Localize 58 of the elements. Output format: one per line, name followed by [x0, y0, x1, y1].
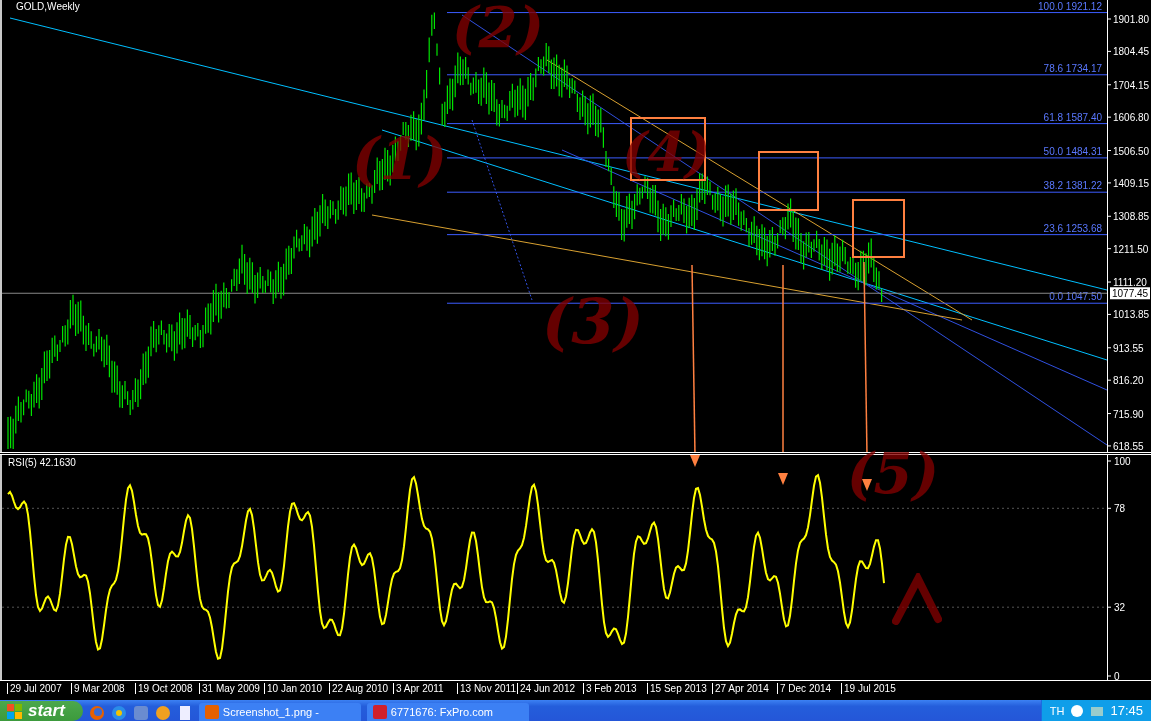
- price-axis-label: 1704.15: [1113, 79, 1150, 91]
- time-axis-label: 24 Jun 2012: [517, 683, 576, 694]
- taskbar-button[interactable]: 6771676: FxPro.com: [366, 703, 529, 721]
- indicator-label: RSI(5) 42.1630: [8, 457, 76, 468]
- fibonacci-level-label: 38.2 1381.22: [1043, 180, 1102, 192]
- time-axis-label: 19 Oct 2008: [135, 683, 193, 694]
- time-axis-label: 31 May 2009: [199, 683, 260, 694]
- tray-icon[interactable]: [1070, 703, 1085, 718]
- price-axis-label: 715.90: [1113, 408, 1144, 420]
- price-axis-label: 618.55: [1113, 440, 1144, 452]
- browser-icon[interactable]: [110, 705, 127, 721]
- chart-title: GOLD,Weekly: [16, 1, 80, 13]
- time-axis-label: 7 Dec 2014: [777, 683, 832, 694]
- browser-icon[interactable]: [88, 705, 105, 721]
- price-axis-label: 1211.50: [1113, 243, 1149, 255]
- price-axis-label: 1506.50: [1113, 145, 1150, 157]
- handwritten-note: (5): [847, 440, 939, 506]
- time-axis-label: 9 Mar 2008: [71, 683, 125, 694]
- fibonacci-level-label: 61.8 1587.40: [1043, 111, 1102, 123]
- fibonacci-level-label: 100.0 1921.12: [1038, 0, 1102, 12]
- current-price-tag: 1077.45: [1110, 287, 1150, 300]
- app-icon[interactable]: [154, 705, 171, 721]
- time-axis-label: 29 Jul 2007: [7, 683, 62, 694]
- handwritten-note: (3): [542, 285, 644, 358]
- price-axis-label: 913.55: [1113, 342, 1144, 354]
- price-axis-label: 1901.80: [1113, 14, 1150, 25]
- time-axis-label: 27 Apr 2014: [712, 683, 769, 694]
- time-axis-label: 3 Feb 2013: [583, 683, 637, 694]
- time-axis-label: 15 Sep 2013: [647, 683, 707, 694]
- rsi-axis-label: 32: [1114, 602, 1126, 614]
- price-axis-label: 816.20: [1113, 375, 1144, 387]
- app-icon: [204, 705, 219, 719]
- scribble-drawing: [892, 573, 942, 625]
- start-button[interactable]: start: [0, 701, 83, 721]
- language-indicator[interactable]: TH: [1049, 704, 1065, 717]
- taskbar-button[interactable]: Screenshot_1.png -: [198, 703, 361, 721]
- time-axis-label: 22 Aug 2010: [329, 683, 389, 694]
- app-icon[interactable]: [132, 705, 149, 721]
- price-axis-label: 1111.20: [1113, 277, 1147, 289]
- time-axis-label: 10 Jan 2010: [264, 683, 323, 694]
- time-axis-label: 3 Apr 2011: [393, 683, 444, 694]
- app-icon: [372, 705, 387, 719]
- clock: 17:45: [1110, 703, 1143, 718]
- time-axis-label: 19 Jul 2015: [841, 683, 896, 694]
- price-axis-label: 1606.80: [1113, 112, 1150, 124]
- price-axis-label: 1409.15: [1113, 177, 1150, 189]
- price-axis-label: 1804.45: [1113, 46, 1150, 58]
- fibonacci-level-label: 78.6 1734.17: [1043, 62, 1102, 74]
- rsi-axis-label: 100: [1114, 456, 1131, 467]
- price-axis-label: 1013.85: [1113, 309, 1150, 321]
- fibonacci-level-label: 50.0 1484.31: [1043, 145, 1102, 157]
- windows-logo-icon: [7, 704, 23, 720]
- time-axis-label: 13 Nov 2011: [457, 683, 516, 694]
- fibonacci-level-label: 23.6 1253.68: [1043, 222, 1102, 234]
- fibonacci-level-label: 0.0 1047.50: [1049, 291, 1102, 303]
- rsi-axis-label: 78: [1114, 503, 1126, 515]
- rsi-axis-label: 0: [1114, 671, 1120, 680]
- price-axis-label: 1308.85: [1113, 211, 1150, 223]
